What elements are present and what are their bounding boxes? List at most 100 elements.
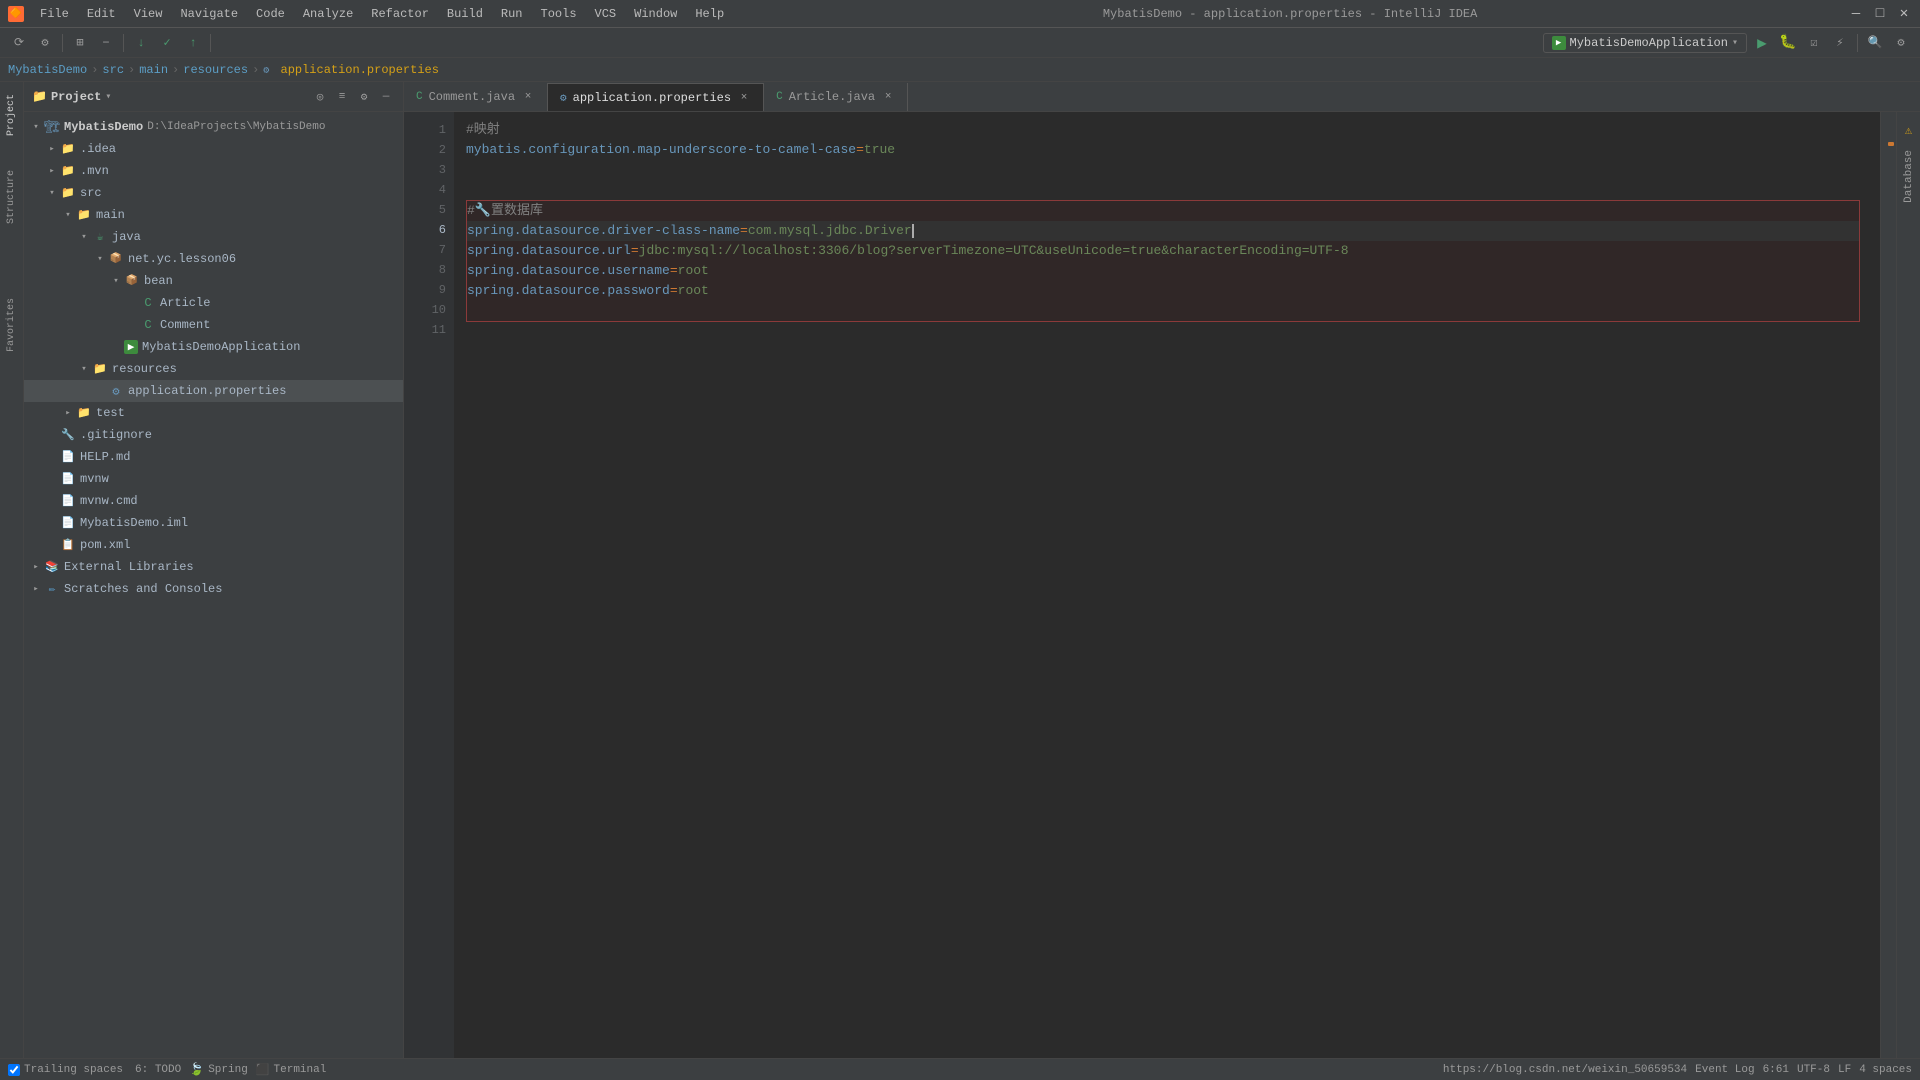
tree-label-resources: resources bbox=[112, 362, 177, 376]
menu-analyze[interactable]: Analyze bbox=[295, 5, 361, 23]
menu-vcs[interactable]: VCS bbox=[587, 5, 625, 23]
minimap bbox=[1881, 112, 1896, 1058]
menu-build[interactable]: Build bbox=[439, 5, 491, 23]
toolbar-search-btn[interactable]: 🔍 bbox=[1864, 32, 1886, 54]
tree-item-gitignore[interactable]: ▸ 🔧 .gitignore bbox=[24, 424, 403, 446]
tree-item-appprops[interactable]: ▸ ⚙ application.properties bbox=[24, 380, 403, 402]
project-locate-btn[interactable]: ◎ bbox=[311, 88, 329, 106]
spring-icon: 🍃 bbox=[189, 1062, 204, 1077]
line-num-4: 4 bbox=[404, 180, 446, 200]
tree-icon-main: 📁 bbox=[76, 207, 92, 223]
status-position[interactable]: 6:61 bbox=[1763, 1064, 1789, 1076]
status-line-sep[interactable]: LF bbox=[1838, 1064, 1851, 1076]
run-config-dropdown-icon: ▾ bbox=[1732, 37, 1738, 49]
code-key-2: mybatis.configuration.map-underscore-to-… bbox=[466, 140, 856, 160]
menu-file[interactable]: File bbox=[32, 5, 77, 23]
code-line-9: spring.datasource.password=root bbox=[467, 281, 1859, 301]
tab-article[interactable]: C Article.java × bbox=[764, 83, 908, 111]
tree-arrow-main: ▾ bbox=[60, 210, 76, 220]
trailing-spaces-checkbox[interactable] bbox=[8, 1064, 20, 1076]
tree-item-scratches[interactable]: ▸ ✏ Scratches and Consoles bbox=[24, 578, 403, 600]
project-collapse-btn[interactable]: ≡ bbox=[333, 88, 351, 106]
title-controls: — □ ✕ bbox=[1848, 6, 1912, 22]
status-url[interactable]: https://blog.csdn.net/weixin_50659534 bbox=[1443, 1064, 1687, 1076]
tree-item-main[interactable]: ▾ 📁 main bbox=[24, 204, 403, 226]
status-indent[interactable]: 4 spaces bbox=[1859, 1064, 1912, 1076]
project-panel: 📁 Project ▾ ◎ ≡ ⚙ — ▾ 🏗 MybatisDemo D:\I… bbox=[24, 82, 404, 1058]
tree-icon-mvnw: 📄 bbox=[60, 471, 76, 487]
tree-item-mvnwcmd[interactable]: ▸ 📄 mvnw.cmd bbox=[24, 490, 403, 512]
tree-item-netyc[interactable]: ▾ 📦 net.yc.lesson06 bbox=[24, 248, 403, 270]
breadcrumb-main[interactable]: main bbox=[139, 63, 168, 77]
right-icon-notifications[interactable]: ⚠ bbox=[1899, 120, 1919, 140]
tree-item-mybatisdemo[interactable]: ▾ 🏗 MybatisDemo D:\IdeaProjects\MybatisD… bbox=[24, 116, 403, 138]
tree-item-comment[interactable]: ▸ C Comment bbox=[24, 314, 403, 336]
toolbar-project-structure-btn[interactable]: ⊞ bbox=[69, 32, 91, 54]
tree-item-idea[interactable]: ▸ 📁 .idea bbox=[24, 138, 403, 160]
maximize-button[interactable]: □ bbox=[1872, 6, 1888, 22]
toolbar-settings-btn[interactable]: ⚙ bbox=[34, 32, 56, 54]
tree-item-mvnw[interactable]: ▸ 📄 mvnw bbox=[24, 468, 403, 490]
tab-close-appprops[interactable]: × bbox=[737, 91, 751, 105]
tree-item-java[interactable]: ▾ ☕ java bbox=[24, 226, 403, 248]
menu-view[interactable]: View bbox=[126, 5, 171, 23]
toolbar-git-update-btn[interactable]: ↓ bbox=[130, 32, 152, 54]
breadcrumb-src[interactable]: src bbox=[102, 63, 124, 77]
debug-button[interactable]: 🐛 bbox=[1777, 32, 1799, 54]
tree-item-pomxml[interactable]: ▸ 📋 pom.xml bbox=[24, 534, 403, 556]
tree-item-resources[interactable]: ▾ 📁 resources bbox=[24, 358, 403, 380]
tree-item-mybatisdemoiml[interactable]: ▸ 📄 MybatisDemo.iml bbox=[24, 512, 403, 534]
menu-bar: File Edit View Navigate Code Analyze Ref… bbox=[32, 5, 732, 23]
status-todo[interactable]: 6: TODO bbox=[135, 1064, 181, 1076]
status-event-log[interactable]: Event Log bbox=[1695, 1064, 1754, 1076]
coverage-button[interactable]: ☑ bbox=[1803, 32, 1825, 54]
tab-appprops[interactable]: ⚙ application.properties × bbox=[548, 83, 764, 111]
tab-close-article[interactable]: × bbox=[881, 90, 895, 104]
menu-refactor[interactable]: Refactor bbox=[363, 5, 437, 23]
project-dropdown-icon[interactable]: ▾ bbox=[105, 91, 111, 103]
profile-button[interactable]: ⚡ bbox=[1829, 32, 1851, 54]
status-encoding[interactable]: UTF-8 bbox=[1797, 1064, 1830, 1076]
status-terminal[interactable]: ⬛ Terminal bbox=[256, 1063, 327, 1077]
breadcrumb-mybatisdemo[interactable]: MybatisDemo bbox=[8, 63, 87, 77]
menu-window[interactable]: Window bbox=[626, 5, 685, 23]
project-hide-btn[interactable]: — bbox=[377, 88, 395, 106]
tree-item-src[interactable]: ▾ 📁 src bbox=[24, 182, 403, 204]
line-num-7: 7 bbox=[404, 240, 446, 260]
tab-comment[interactable]: C Comment.java × bbox=[404, 83, 548, 111]
sidebar-icon-structure[interactable]: Structure bbox=[6, 166, 17, 228]
sidebar-icon-project[interactable]: Project bbox=[6, 90, 17, 140]
tree-item-mvn[interactable]: ▸ 📁 .mvn bbox=[24, 160, 403, 182]
menu-tools[interactable]: Tools bbox=[533, 5, 585, 23]
code-editor[interactable]: #映射 mybatis.configuration.map-underscore… bbox=[454, 112, 1880, 1058]
line-num-6: 6 bbox=[404, 220, 446, 240]
menu-run[interactable]: Run bbox=[493, 5, 531, 23]
menu-help[interactable]: Help bbox=[687, 5, 732, 23]
toolbar-collapse-btn[interactable]: − bbox=[95, 32, 117, 54]
status-spring[interactable]: 🍃 Spring bbox=[189, 1062, 248, 1077]
menu-code[interactable]: Code bbox=[248, 5, 293, 23]
close-button[interactable]: ✕ bbox=[1896, 6, 1912, 22]
toolbar-git-push-btn[interactable]: ↑ bbox=[182, 32, 204, 54]
tree-item-extlibs[interactable]: ▸ 📚 External Libraries bbox=[24, 556, 403, 578]
tree-item-test[interactable]: ▸ 📁 test bbox=[24, 402, 403, 424]
toolbar-gear-btn[interactable]: ⚙ bbox=[1890, 32, 1912, 54]
breadcrumb-resources[interactable]: resources bbox=[183, 63, 248, 77]
minimize-button[interactable]: — bbox=[1848, 6, 1864, 22]
toolbar-git-commit-btn[interactable]: ✓ bbox=[156, 32, 178, 54]
status-trailing-spaces: Trailing spaces bbox=[8, 1064, 123, 1076]
toolbar-sync-btn[interactable]: ⟳ bbox=[8, 32, 30, 54]
menu-navigate[interactable]: Navigate bbox=[172, 5, 246, 23]
tree-item-bean[interactable]: ▾ 📦 bean bbox=[24, 270, 403, 292]
tree-item-article[interactable]: ▸ C Article bbox=[24, 292, 403, 314]
status-bar: Trailing spaces 6: TODO 🍃 Spring ⬛ Termi… bbox=[0, 1058, 1920, 1080]
run-button[interactable]: ▶ bbox=[1751, 32, 1773, 54]
menu-edit[interactable]: Edit bbox=[79, 5, 124, 23]
tree-item-helpmd[interactable]: ▸ 📄 HELP.md bbox=[24, 446, 403, 468]
right-icon-database[interactable]: Database bbox=[1899, 146, 1919, 207]
run-config-selector[interactable]: ▶ MybatisDemoApplication ▾ bbox=[1543, 33, 1747, 53]
tree-item-mybatisdemoapp[interactable]: ▸ ▶ MybatisDemoApplication bbox=[24, 336, 403, 358]
sidebar-icon-favorites[interactable]: Favorites bbox=[6, 294, 17, 356]
project-settings-btn[interactable]: ⚙ bbox=[355, 88, 373, 106]
tab-close-comment[interactable]: × bbox=[521, 90, 535, 104]
